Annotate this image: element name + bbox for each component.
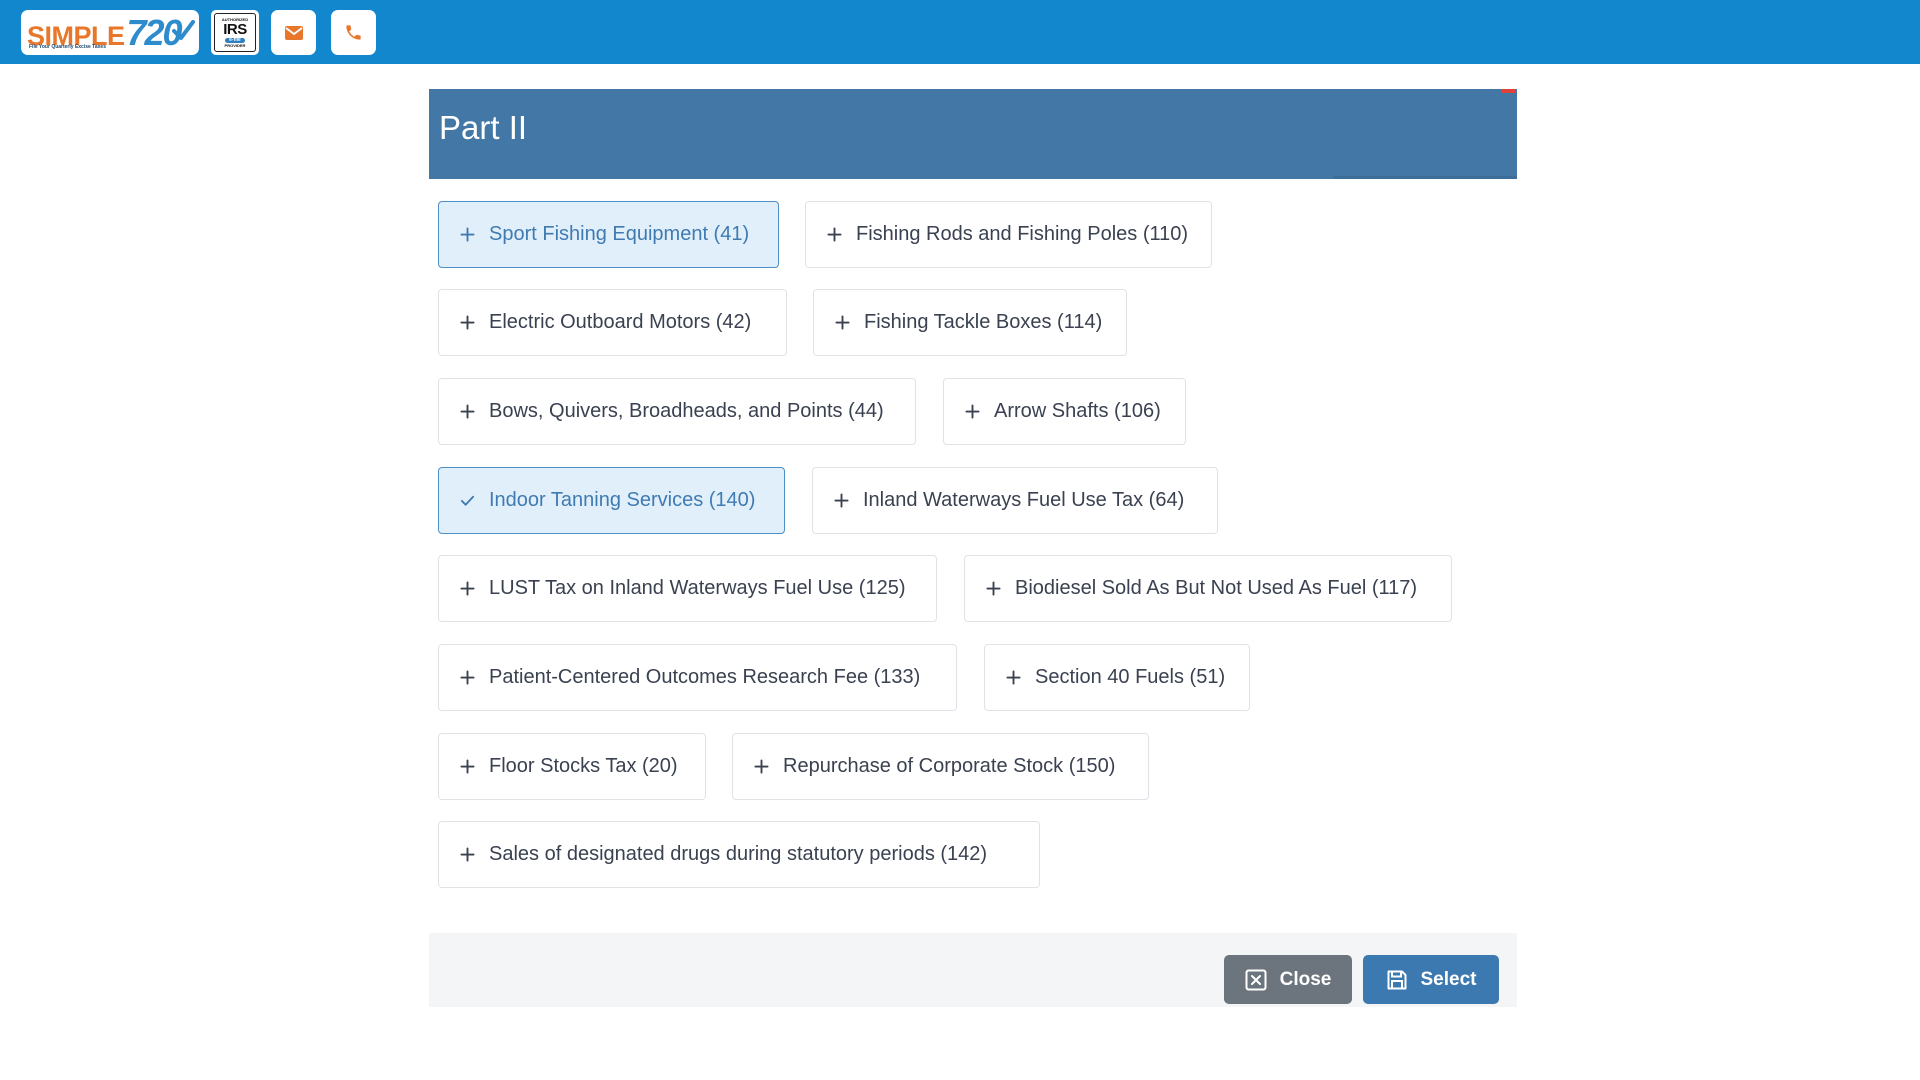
- irs-authorized-provider-badge: AUTHORIZED IRS e-file PROVIDER: [211, 10, 259, 55]
- option-label: LUST Tax on Inland Waterways Fuel Use (1…: [489, 577, 906, 599]
- plus-icon: [964, 404, 980, 420]
- select-button[interactable]: Select: [1363, 955, 1499, 1004]
- close-button-label: Close: [1279, 968, 1332, 990]
- save-icon: [1386, 969, 1408, 991]
- irs-badge-provider: PROVIDER: [224, 42, 246, 48]
- top-bar: SIMPLE 720 File Your Quarterly Excise Ta…: [0, 0, 1920, 64]
- option-sport-fishing-equipment[interactable]: Sport Fishing Equipment (41): [438, 201, 779, 268]
- plus-icon: [826, 227, 842, 243]
- close-button[interactable]: Close: [1224, 955, 1352, 1004]
- option-label: Fishing Rods and Fishing Poles (110): [856, 223, 1189, 245]
- plus-icon: [459, 759, 475, 775]
- phone-icon: [346, 25, 361, 40]
- envelope-icon: [284, 25, 303, 40]
- option-label: Indoor Tanning Services (140): [489, 489, 756, 511]
- option-patient-centered-outcomes-research-fee[interactable]: Patient-Centered Outcomes Research Fee (…: [438, 644, 957, 711]
- option-bows-quivers-broadheads-points[interactable]: Bows, Quivers, Broadheads, and Points (4…: [438, 378, 916, 445]
- option-label: Arrow Shafts (106): [994, 400, 1161, 422]
- option-inland-waterways-fuel-use-tax[interactable]: Inland Waterways Fuel Use Tax (64): [812, 467, 1218, 534]
- phone-button[interactable]: [331, 10, 376, 55]
- plus-icon: [459, 670, 475, 686]
- irs-badge-efile: e-file: [225, 37, 245, 43]
- modal-footer: [429, 933, 1517, 1007]
- option-fishing-tackle-boxes[interactable]: Fishing Tackle Boxes (114): [813, 289, 1127, 356]
- option-label: Floor Stocks Tax (20): [489, 755, 678, 777]
- option-label: Electric Outboard Motors (42): [489, 311, 752, 333]
- plus-icon: [459, 404, 475, 420]
- option-electric-outboard-motors[interactable]: Electric Outboard Motors (42): [438, 289, 787, 356]
- modal-title: Part II: [439, 109, 528, 146]
- check-icon: [459, 493, 475, 509]
- plus-icon: [459, 227, 475, 243]
- option-label: Bows, Quivers, Broadheads, and Points (4…: [489, 400, 884, 422]
- plus-icon: [1005, 670, 1021, 686]
- plus-icon: [833, 493, 849, 509]
- plus-icon: [834, 315, 850, 331]
- option-label: Repurchase of Corporate Stock (150): [783, 755, 1116, 777]
- close-corner-marker: [1501, 89, 1515, 93]
- plus-icon: [985, 581, 1001, 597]
- irs-badge-irs: IRS: [223, 20, 247, 38]
- option-indoor-tanning-services[interactable]: Indoor Tanning Services (140): [438, 467, 785, 534]
- option-biodiesel-sold-not-used-as-fuel[interactable]: Biodiesel Sold As But Not Used As Fuel (…: [964, 555, 1452, 622]
- check-circle-icon: [172, 20, 195, 40]
- option-arrow-shafts[interactable]: Arrow Shafts (106): [943, 378, 1186, 445]
- option-label: Fishing Tackle Boxes (114): [864, 311, 1103, 333]
- option-label: Sales of designated drugs during statuto…: [489, 843, 988, 865]
- option-lust-tax-inland-waterways[interactable]: LUST Tax on Inland Waterways Fuel Use (1…: [438, 555, 937, 622]
- option-label: Patient-Centered Outcomes Research Fee (…: [489, 666, 921, 688]
- select-button-label: Select: [1420, 968, 1477, 990]
- plus-icon: [459, 581, 475, 597]
- close-square-icon: [1245, 969, 1267, 991]
- option-sales-of-designated-drugs[interactable]: Sales of designated drugs during statuto…: [438, 821, 1040, 888]
- email-button[interactable]: [271, 10, 316, 55]
- plus-icon: [753, 759, 769, 775]
- option-label: Section 40 Fuels (51): [1035, 666, 1226, 688]
- part-ii-modal: Part II Sport Fishing Equipment (41) Fis…: [429, 89, 1517, 1007]
- modal-header: Part II: [429, 89, 1517, 179]
- option-section-40-fuels[interactable]: Section 40 Fuels (51): [984, 644, 1250, 711]
- plus-icon: [459, 847, 475, 863]
- logo-tagline: File Your Quarterly Excise Taxes: [29, 44, 106, 50]
- option-floor-stocks-tax[interactable]: Floor Stocks Tax (20): [438, 733, 706, 800]
- plus-icon: [459, 315, 475, 331]
- option-fishing-rods-and-fishing-poles[interactable]: Fishing Rods and Fishing Poles (110): [805, 201, 1212, 268]
- option-label: Inland Waterways Fuel Use Tax (64): [863, 489, 1185, 511]
- option-label: Biodiesel Sold As But Not Used As Fuel (…: [1015, 577, 1418, 599]
- option-label: Sport Fishing Equipment (41): [489, 223, 750, 245]
- simple720-logo[interactable]: SIMPLE 720 File Your Quarterly Excise Ta…: [21, 10, 199, 55]
- option-repurchase-of-corporate-stock[interactable]: Repurchase of Corporate Stock (150): [732, 733, 1149, 800]
